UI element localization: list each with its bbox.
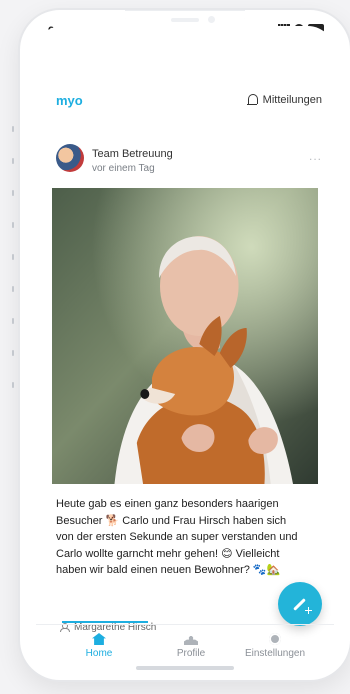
pencil-icon xyxy=(293,598,306,611)
nav-settings-label: Einstellungen xyxy=(244,648,306,659)
compose-button[interactable] xyxy=(278,582,322,626)
post-photo[interactable] xyxy=(52,188,318,484)
nav-settings[interactable]: Einstellungen xyxy=(232,633,318,659)
notifications-label: Mitteilungen xyxy=(262,94,322,106)
app-screen: myo Mitteilungen Team Betreuung vor eine… xyxy=(36,26,334,664)
bottom-navigation: Home Profile Einstellungen xyxy=(36,624,334,671)
bell-icon xyxy=(246,94,258,106)
active-tab-indicator xyxy=(62,621,148,623)
left-edge-marks xyxy=(12,100,16,414)
notifications-button[interactable]: Mitteilungen xyxy=(246,94,322,106)
post-author[interactable]: Team Betreuung xyxy=(92,148,173,160)
app-logo: myo xyxy=(56,92,83,108)
home-indicator xyxy=(136,666,234,670)
post-text: Heute gab es einen ganz besonders haarig… xyxy=(56,498,298,576)
home-icon xyxy=(92,633,106,645)
phone-frame: 9:41 myo Mitteilungen Team Betreuung vor… xyxy=(18,8,350,682)
nav-home[interactable]: Home xyxy=(56,633,142,659)
app-header: myo Mitteilungen xyxy=(56,88,322,112)
post-time: vor einem Tag xyxy=(92,163,155,174)
more-options-button[interactable]: ... xyxy=(309,149,322,163)
nav-profile[interactable]: Profile xyxy=(148,633,234,659)
nav-home-label: Home xyxy=(85,648,113,659)
profile-icon xyxy=(184,636,198,645)
settings-icon xyxy=(269,633,281,645)
avatar[interactable] xyxy=(56,144,84,172)
nav-profile-label: Profile xyxy=(176,648,206,659)
plus-icon xyxy=(305,607,312,614)
post-header: Team Betreuung vor einem Tag ... xyxy=(56,142,322,182)
